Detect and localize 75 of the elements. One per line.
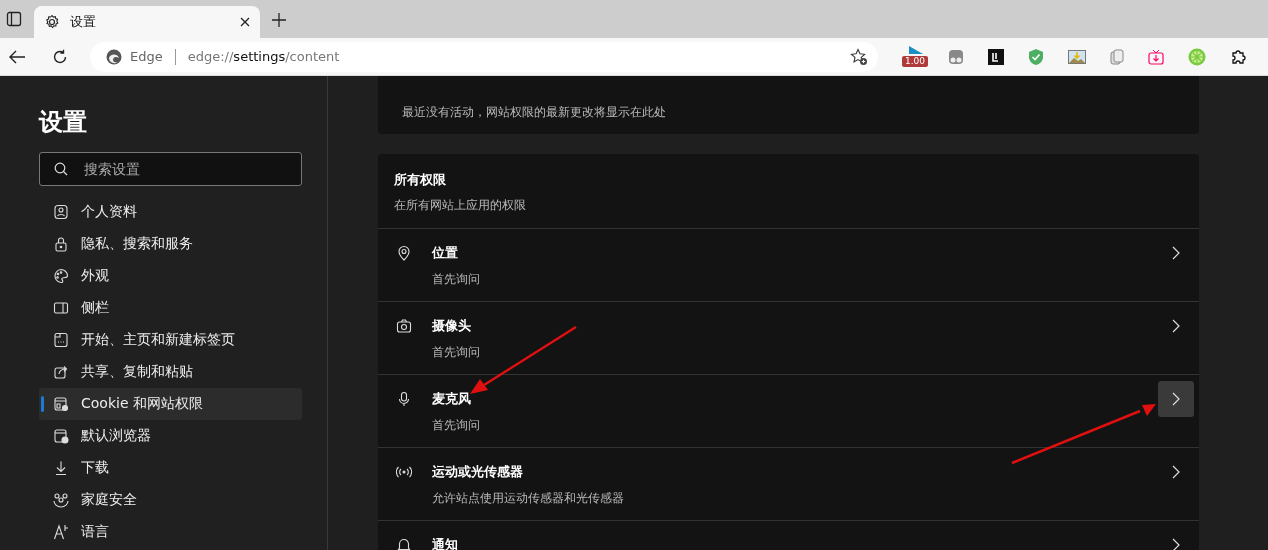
sidebar-item[interactable]: 开始、主页和新建标签页 xyxy=(39,324,302,356)
shield-icon[interactable] xyxy=(1028,47,1045,66)
image-icon[interactable] xyxy=(1068,49,1087,64)
permission-row[interactable]: 位置 首先询问 xyxy=(378,229,1199,302)
sensor-icon xyxy=(396,464,412,480)
url-text: edge://settings/content xyxy=(187,49,341,64)
sidebar-icon xyxy=(53,300,69,316)
profile-icon xyxy=(53,204,69,220)
family-icon xyxy=(53,492,69,508)
browser-icon xyxy=(53,428,69,444)
bell-icon xyxy=(396,537,412,550)
permission-row[interactable]: 运动或光传感器 允许站点使用运动传感器和光传感器 xyxy=(378,448,1199,521)
tv-icon[interactable] xyxy=(1148,48,1165,65)
address-bar[interactable]: Edge edge://settings/content xyxy=(90,41,878,72)
chevron-right-icon xyxy=(1172,538,1180,550)
extension-icon[interactable] xyxy=(988,48,1005,65)
new-tab-icon[interactable] xyxy=(272,13,286,27)
permission-status: 首先询问 xyxy=(432,417,481,434)
download-icon xyxy=(53,460,69,476)
search-icon xyxy=(54,162,68,176)
lock-icon xyxy=(53,236,69,252)
close-icon[interactable] xyxy=(240,17,250,27)
language-icon xyxy=(53,524,69,540)
chevron-right-icon xyxy=(1172,319,1180,333)
permission-label: 摄像头 xyxy=(432,317,472,335)
lime-slice-icon[interactable] xyxy=(1188,47,1207,66)
add-favorite-icon[interactable] xyxy=(850,47,868,66)
settings-icon xyxy=(44,14,60,30)
recent-activity-text: 最近没有活动，网站权限的最新更改将显示在此处 xyxy=(402,104,666,121)
palette-icon xyxy=(53,268,69,284)
home-icon xyxy=(53,332,69,348)
search-field[interactable]: 搜索设置 xyxy=(39,152,302,186)
section-subtitle: 在所有网站上应用的权限 xyxy=(394,197,527,214)
permission-row[interactable]: 麦克风 首先询问 xyxy=(378,375,1199,448)
settings-title: 设置 xyxy=(39,107,88,138)
microphone-icon xyxy=(396,391,412,407)
permission-label: 麦克风 xyxy=(432,390,472,408)
section-title: 所有权限 xyxy=(394,171,447,189)
sidebar-item[interactable]: 外观 xyxy=(39,260,302,292)
sidebar-item[interactable]: 家庭安全 xyxy=(39,484,302,516)
tab-title: 设置 xyxy=(70,13,97,31)
sidebar-item[interactable]: 语言 xyxy=(39,516,302,548)
tab-actions-icon[interactable] xyxy=(6,11,22,27)
sidebar-item[interactable]: Cookie 和网站权限 xyxy=(39,388,302,420)
sidebar-item[interactable]: 隐私、搜索和服务 xyxy=(39,228,302,260)
permission-label: 位置 xyxy=(432,244,459,262)
extension-badge: 1.00 xyxy=(902,56,929,67)
copy-icon[interactable] xyxy=(1110,48,1125,65)
permission-row[interactable]: 摄像头 首先询问 xyxy=(378,302,1199,375)
share-icon xyxy=(53,364,69,380)
permission-status: 首先询问 xyxy=(432,271,481,288)
sidebar-item[interactable]: 侧栏 xyxy=(39,292,302,324)
location-pin-icon xyxy=(396,245,412,261)
flag-icon[interactable] xyxy=(907,46,923,56)
permission-status: 允许站点使用运动传感器和光传感器 xyxy=(432,490,625,507)
chevron-right-icon xyxy=(1172,465,1180,479)
sidebar-item[interactable]: 下载 xyxy=(39,452,302,484)
site-label: Edge xyxy=(130,49,163,64)
back-arrow-icon[interactable] xyxy=(8,48,26,65)
browser-tab[interactable]: 设置 xyxy=(34,6,260,38)
browser-logo-icon xyxy=(106,48,122,65)
chevron-right-icon xyxy=(1172,246,1180,260)
sidebar-item[interactable]: 个人资料 xyxy=(39,196,302,228)
cookie-icon xyxy=(53,396,69,412)
permission-row[interactable]: 通知 xyxy=(378,521,1199,550)
refresh-icon[interactable] xyxy=(52,48,68,65)
chevron-button[interactable] xyxy=(1158,381,1194,417)
camera-icon xyxy=(396,318,412,334)
permission-label: 通知 xyxy=(432,536,459,550)
sidebar-item[interactable]: 默认浏览器 xyxy=(39,420,302,452)
extensions-icon[interactable] xyxy=(1230,47,1249,66)
permission-label: 运动或光传感器 xyxy=(432,463,524,481)
permission-status: 首先询问 xyxy=(432,344,481,361)
sidebar-item[interactable]: 共享、复制和粘贴 xyxy=(39,356,302,388)
chevron-right-icon xyxy=(1172,392,1180,406)
